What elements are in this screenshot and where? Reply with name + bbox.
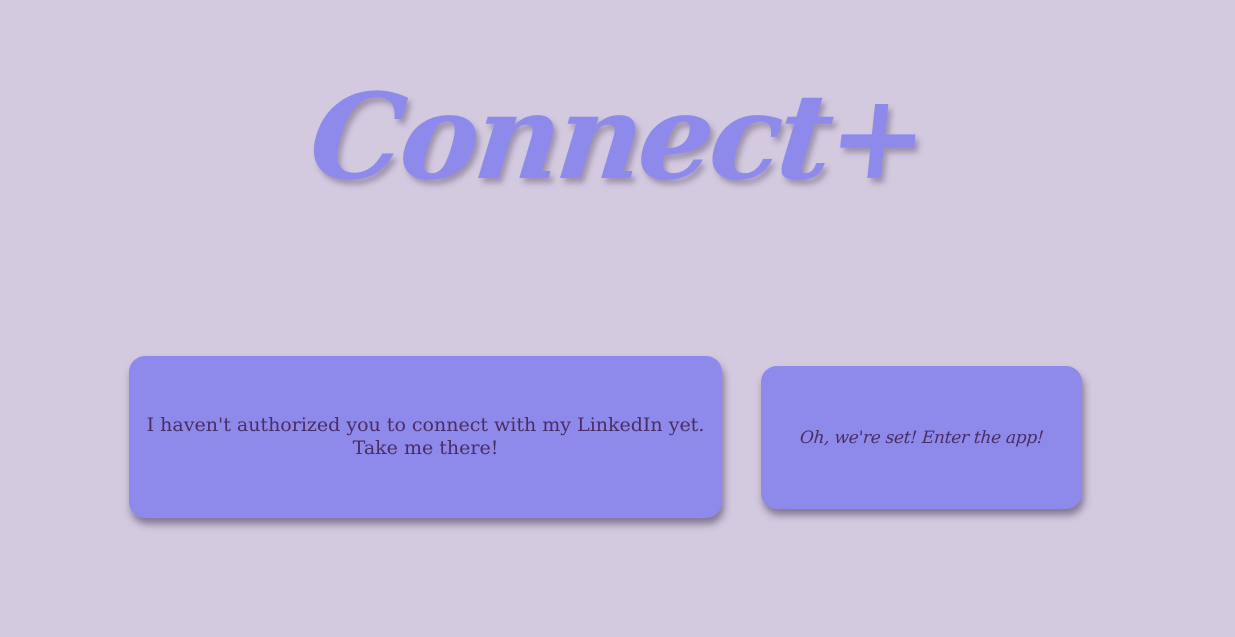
authorize-linkedin-label: I haven't authorized you to connect with… [147,414,705,460]
authorize-linkedin-label-line1: I haven't authorized you to connect with… [146,414,705,436]
enter-app-label: Oh, we're set! Enter the app! [799,427,1044,448]
enter-app-button[interactable]: Oh, we're set! Enter the app! [761,366,1082,509]
authorize-linkedin-label-line2: Take me there! [352,437,499,459]
authorize-linkedin-button[interactable]: I haven't authorized you to connect with… [129,356,722,518]
app-logo: Connect+ [303,67,932,206]
